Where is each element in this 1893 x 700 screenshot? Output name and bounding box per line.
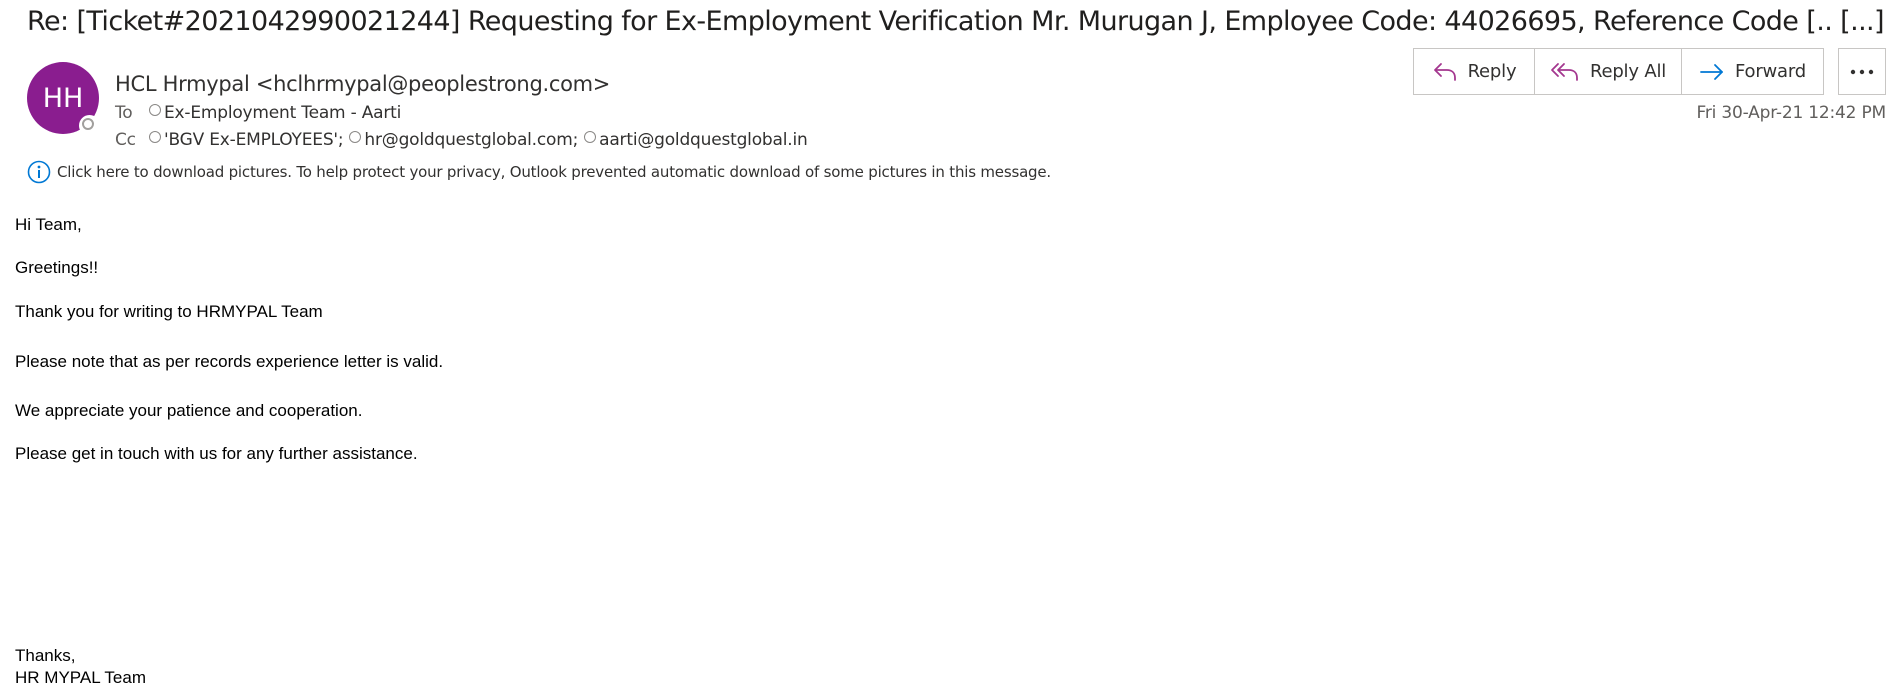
more-icon (1850, 69, 1874, 74)
sender-name[interactable]: HCL Hrmypal <hclhrmypal@peoplestrong.com… (115, 72, 610, 96)
reply-all-label: Reply All (1589, 61, 1667, 82)
recipient-cc-2[interactable]: aarti@goldquestglobal.in (584, 130, 808, 150)
forward-icon (1700, 63, 1723, 80)
recipient-to-0[interactable]: Ex-Employment Team - Aarti (149, 103, 401, 123)
recipient-cc-1[interactable]: hr@goldquestglobal.com; (349, 130, 578, 150)
recipient-presence-icon (149, 104, 161, 116)
body-line: Please note that as per records experien… (15, 352, 444, 371)
forward-label: Forward (1735, 61, 1806, 82)
body-line: We appreciate your patience and cooperat… (15, 401, 363, 420)
infobar-text: Click here to download pictures. To help… (57, 163, 1051, 181)
message-actions-toolbar: Reply Reply All Forward (1413, 48, 1824, 95)
recipient-presence-icon (149, 131, 161, 143)
body-signature: HR MYPAL Team (15, 668, 147, 687)
email-reading-pane: Re: [Ticket#2021042990021244] Requesting… (0, 0, 1893, 700)
reply-button[interactable]: Reply (1413, 48, 1535, 95)
reply-all-icon (1551, 62, 1578, 81)
forward-button[interactable]: Forward (1681, 48, 1824, 95)
reply-all-button[interactable]: Reply All (1534, 48, 1682, 95)
presence-status-icon (79, 115, 100, 136)
more-actions-button[interactable] (1838, 48, 1886, 95)
download-pictures-infobar[interactable]: Click here to download pictures. To help… (27, 160, 1051, 184)
reply-icon (1433, 62, 1456, 81)
recipient-cc-0[interactable]: 'BGV Ex-EMPLOYEES'; (149, 130, 344, 150)
recipient-name: Ex-Employment Team - Aarti (164, 103, 402, 123)
sent-date: Fri 30-Apr-21 12:42 PM (1696, 103, 1887, 123)
recipient-name: aarti@goldquestglobal.in (599, 130, 808, 150)
email-subject: Re: [Ticket#2021042990021244] Requesting… (27, 6, 1885, 37)
recipient-name: 'BGV Ex-EMPLOYEES'; (164, 130, 344, 150)
body-signoff: Thanks, (15, 646, 76, 665)
recipient-presence-icon (584, 131, 597, 143)
body-line: Thank you for writing to HRMYPAL Team (15, 302, 323, 321)
info-icon (27, 160, 51, 184)
avatar-initials: HH (42, 82, 84, 114)
recipient-presence-icon (349, 131, 362, 143)
cc-row: Cc 'BGV Ex-EMPLOYEES'; hr@goldquestgloba… (115, 130, 814, 150)
reply-label: Reply (1467, 61, 1517, 82)
body-greeting: Hi Team, (15, 215, 82, 234)
body-line: Greetings!! (15, 258, 99, 277)
body-line: Please get in touch with us for any furt… (15, 444, 418, 463)
cc-label: Cc (115, 130, 136, 150)
to-row: To Ex-Employment Team - Aarti (115, 103, 407, 123)
to-label: To (115, 103, 133, 123)
recipient-name: hr@goldquestglobal.com; (364, 130, 579, 150)
